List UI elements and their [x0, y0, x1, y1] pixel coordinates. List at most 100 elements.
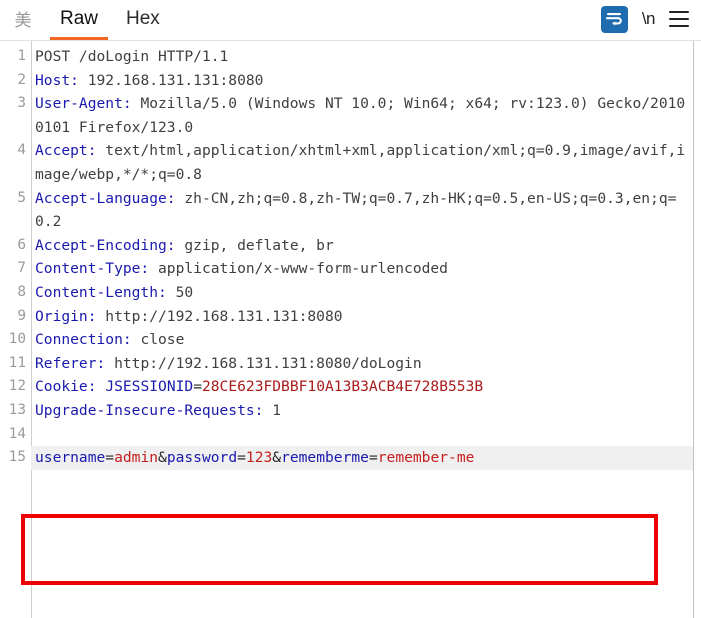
toolbar-right-group: \n: [600, 0, 701, 38]
code-token: =: [237, 449, 246, 467]
tab-hex[interactable]: Hex: [112, 2, 174, 40]
word-wrap-icon[interactable]: [600, 5, 628, 33]
code-lines[interactable]: 1 POST /doLogin HTTP/1.1 2 Host: 192.168.13…: [0, 45, 693, 470]
language-glyph-icon[interactable]: 美: [0, 2, 46, 40]
code-token: http://192.168.131.131:8080/doLogin: [105, 354, 422, 372]
line-text[interactable]: Connection: close: [31, 328, 693, 352]
code-token: Upgrade-Insecure-Requests:: [35, 401, 264, 419]
code-token: Origin:: [35, 307, 97, 325]
code-token: 28CE623FDBBF10A13B3ACB4E728B553B: [201, 378, 484, 396]
toolbar: 美 Raw Hex \n: [0, 0, 701, 41]
line-text[interactable]: username=admin&password=123&rememberme=r…: [31, 446, 693, 470]
code-line[interactable]: 1 POST /doLogin HTTP/1.1: [0, 45, 693, 69]
code-token: Content-Type:: [35, 260, 150, 278]
line-text[interactable]: Upgrade-Insecure-Requests: 1: [31, 399, 693, 423]
line-number: 9: [17, 307, 26, 324]
line-text[interactable]: Content-Length: 50: [31, 281, 693, 305]
code-token: =: [368, 449, 378, 467]
line-text[interactable]: [31, 423, 693, 447]
code-token: 123: [245, 449, 273, 467]
code-token: Cookie:: [35, 378, 97, 396]
line-text[interactable]: Origin: http://192.168.131.131:8080: [31, 305, 693, 329]
code-token: Host:: [35, 71, 79, 89]
code-token: rememberme: [281, 449, 369, 467]
menu-line: [669, 18, 689, 20]
line-text[interactable]: Referer: http://192.168.131.131:8080/doL…: [31, 352, 693, 376]
code-token: remember-me: [377, 449, 475, 467]
line-text[interactable]: Accept: text/html,application/xhtml+xml,…: [31, 139, 693, 186]
code-token: admin: [114, 449, 159, 467]
line-number: 10: [8, 331, 26, 348]
code-line[interactable]: 6 Accept-Encoding: gzip, deflate, br: [0, 234, 693, 258]
code-line[interactable]: 5 Accept-Language: zh-CN,zh;q=0.8,zh-TW;q…: [0, 187, 693, 234]
code-line[interactable]: 7 Content-Type: application/x-www-form-ur…: [0, 257, 693, 281]
code-line[interactable]: 15 username=admin&password=123&rememberme…: [0, 446, 693, 470]
code-line[interactable]: 11 Referer: http://192.168.131.131:8080/d…: [0, 352, 693, 376]
line-number: 4: [17, 142, 26, 159]
code-token: Referer:: [35, 354, 106, 372]
http-request-viewer: 美 Raw Hex \n 1 POST /doLogin HTTP/1.1 2 …: [0, 0, 701, 618]
line-number: 15: [8, 449, 26, 466]
code-token: JSESSIONID: [105, 378, 194, 396]
toolbar-left-group: 美 Raw Hex: [0, 0, 174, 41]
code-token: Connection:: [35, 331, 132, 349]
line-text[interactable]: Cookie: JSESSIONID=28CE623FDBBF10A13B3AC…: [31, 375, 693, 399]
line-number: 7: [17, 260, 26, 277]
line-number: 12: [8, 378, 26, 395]
code-token: =: [105, 449, 115, 467]
code-token: Content-Length:: [35, 283, 167, 301]
code-token: http://192.168.131.131:8080: [96, 307, 343, 325]
line-text[interactable]: Host: 192.168.131.131:8080: [31, 69, 693, 93]
line-text[interactable]: Content-Type: application/x-www-form-url…: [31, 257, 693, 281]
line-number: 2: [17, 71, 26, 88]
code-token: text/html,application/xhtml+xml,applicat…: [35, 142, 686, 183]
tab-raw[interactable]: Raw: [46, 2, 112, 40]
code-token: 1: [263, 401, 282, 419]
line-number: 14: [8, 425, 26, 442]
code-token: &: [158, 449, 167, 467]
code-line[interactable]: 12 Cookie: JSESSIONID=28CE623FDBBF10A13B3…: [0, 375, 693, 399]
code-token: User-Agent:: [35, 95, 132, 113]
code-token: Accept-Language:: [35, 189, 176, 207]
code-line[interactable]: 10 Connection: close: [0, 328, 693, 352]
editor-right-border: [693, 41, 694, 618]
code-token: application/x-www-form-urlencoded: [149, 260, 448, 278]
hamburger-menu-icon[interactable]: [669, 11, 689, 27]
code-token: close: [131, 331, 185, 349]
code-line[interactable]: 4 Accept: text/html,application/xhtml+xml…: [0, 139, 693, 186]
code-token: POST /doLogin HTTP/1.1: [35, 48, 229, 65]
line-text[interactable]: Accept-Language: zh-CN,zh;q=0.8,zh-TW;q=…: [31, 187, 693, 234]
code-line[interactable]: 9 Origin: http://192.168.131.131:8080: [0, 305, 693, 329]
line-number: 8: [17, 283, 26, 300]
code-token: Mozilla/5.0 (Windows NT 10.0; Win64; x64…: [35, 95, 686, 136]
code-token: 50: [166, 283, 194, 301]
code-token: password: [166, 449, 238, 467]
menu-line: [669, 25, 689, 27]
line-text[interactable]: POST /doLogin HTTP/1.1: [31, 45, 693, 69]
code-line[interactable]: 3 User-Agent: Mozilla/5.0 (Windows NT 10.…: [0, 92, 693, 139]
line-number: 3: [17, 95, 26, 112]
code-token: gzip, deflate, br: [175, 236, 334, 254]
line-text[interactable]: User-Agent: Mozilla/5.0 (Windows NT 10.0…: [31, 92, 693, 139]
code-token: Accept-Encoding:: [35, 236, 176, 254]
line-number: 5: [17, 189, 26, 206]
code-line[interactable]: 13 Upgrade-Insecure-Requests: 1: [0, 399, 693, 423]
menu-line: [669, 11, 689, 13]
code-token: username: [35, 449, 106, 467]
newline-toggle-icon[interactable]: \n: [642, 9, 656, 29]
code-token: Accept:: [35, 142, 97, 160]
code-line[interactable]: 2 Host: 192.168.131.131:8080: [0, 69, 693, 93]
line-number: 6: [17, 236, 26, 253]
code-token: 192.168.131.131:8080: [78, 71, 264, 89]
line-number: 11: [8, 354, 26, 371]
code-line[interactable]: 8 Content-Length: 50: [0, 281, 693, 305]
line-text[interactable]: Accept-Encoding: gzip, deflate, br: [31, 234, 693, 258]
code-token: =: [193, 378, 202, 396]
code-token: &: [272, 449, 282, 467]
red-annotation-box: [21, 514, 658, 585]
code-line[interactable]: 14: [0, 423, 693, 447]
request-editor[interactable]: 1 POST /doLogin HTTP/1.1 2 Host: 192.168.13…: [0, 41, 701, 618]
line-number: 1: [17, 48, 26, 64]
line-number: 13: [8, 401, 26, 418]
